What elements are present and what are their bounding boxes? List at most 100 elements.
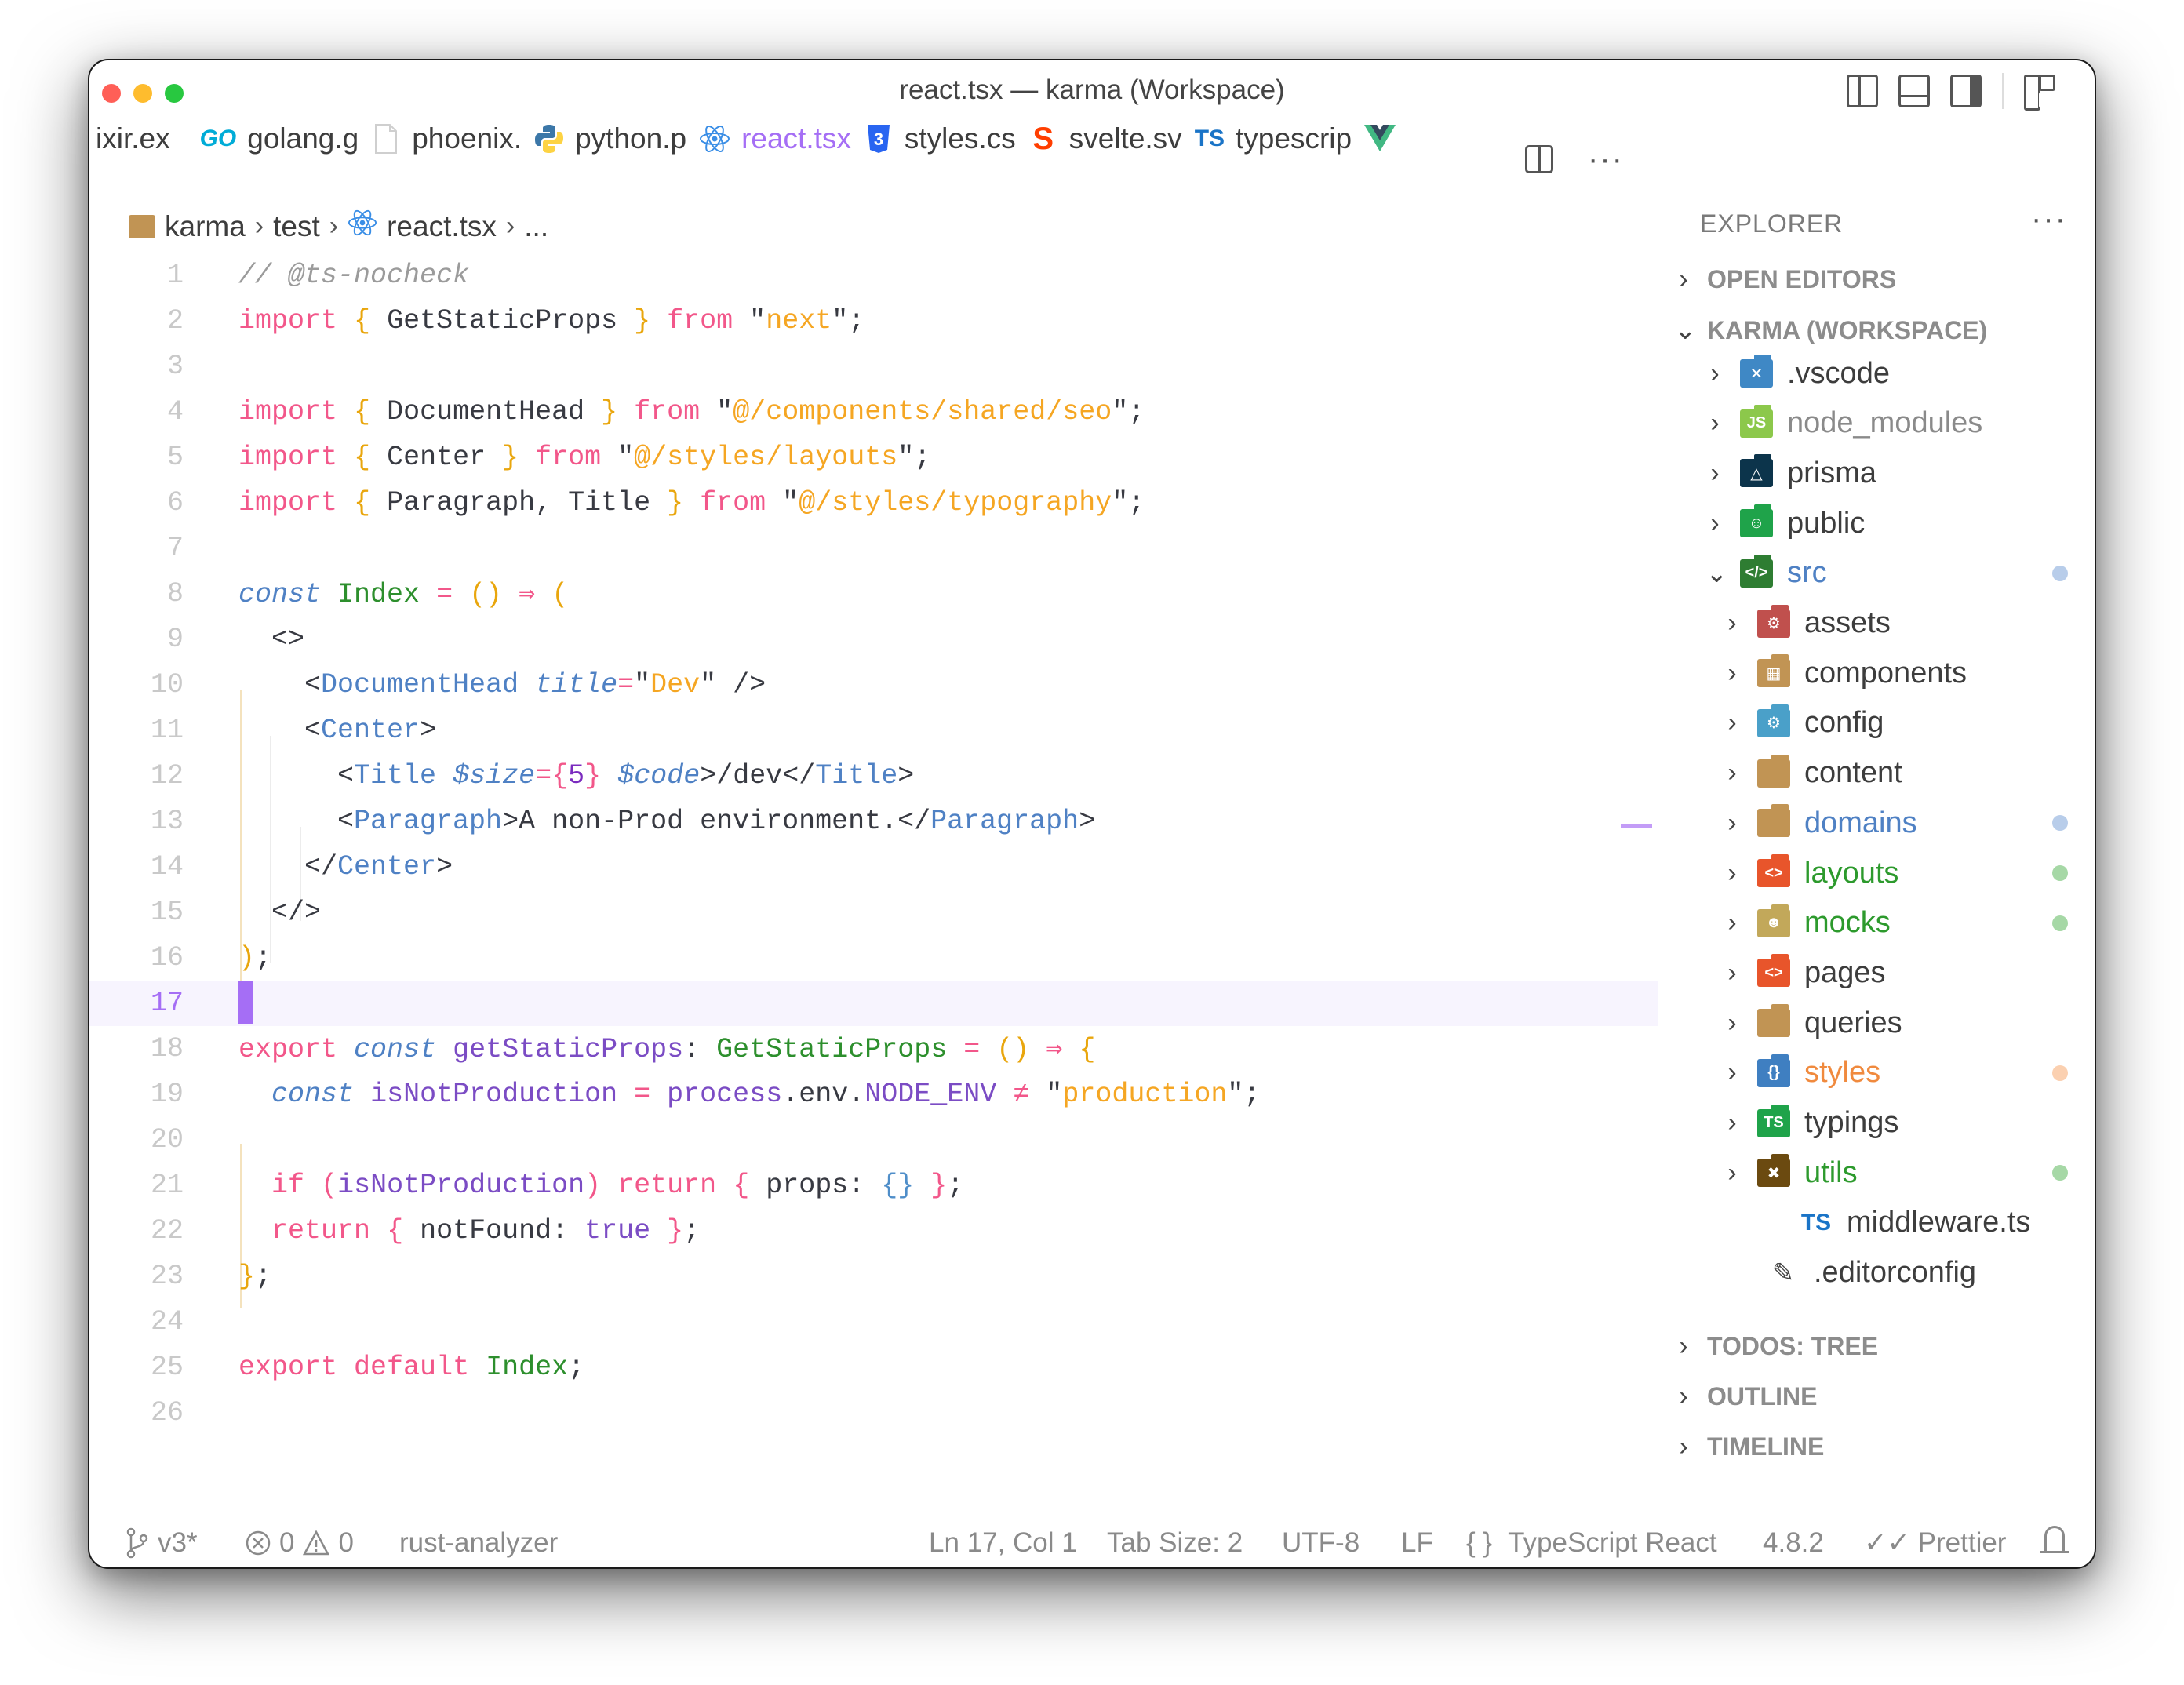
- svelte-icon: S: [1032, 121, 1054, 156]
- code-line[interactable]: 22 return { notFound: true };: [89, 1208, 1658, 1254]
- code-line[interactable]: 5 import { Center } from "@/styles/layout…: [89, 435, 1658, 480]
- language-server-status[interactable]: rust-analyzer: [399, 1527, 558, 1559]
- git-branch-icon: [126, 1527, 148, 1559]
- code-line[interactable]: 6 import { Paragraph, Title } from "@/sty…: [89, 480, 1658, 526]
- code-line[interactable]: 7: [89, 526, 1658, 571]
- code-line[interactable]: 14 </Center>: [89, 844, 1658, 890]
- section-workspace[interactable]: ⌄ KARMA (WORKSPACE): [1674, 315, 1987, 346]
- chevron-right-icon: ›: [1727, 957, 1737, 988]
- cursor-position[interactable]: Ln 17, Col 1: [929, 1527, 1077, 1559]
- tab-size-status[interactable]: Tab Size: 2: [1107, 1527, 1243, 1559]
- eol-status[interactable]: LF: [1401, 1527, 1433, 1559]
- tree-item-config[interactable]: › ⚙ config: [1723, 701, 1884, 746]
- chevron-right-icon: ›: [1727, 708, 1737, 738]
- code-line[interactable]: 4 import { DocumentHead } from "@/compone…: [89, 389, 1658, 435]
- tab-styles[interactable]: 3 styles.cs: [857, 115, 1022, 162]
- tree-item-components[interactable]: › ▦ components: [1723, 650, 1967, 696]
- tree-item-middleware-ts[interactable]: TS middleware.ts: [1800, 1200, 2031, 1246]
- editorconfig-icon: ✎: [1771, 1257, 1795, 1288]
- toggle-panel-icon[interactable]: [1898, 75, 1930, 107]
- language-server-label: rust-analyzer: [399, 1527, 559, 1558]
- code-line[interactable]: 16);: [89, 935, 1658, 981]
- language-mode-status[interactable]: { } TypeScript React: [1466, 1527, 1717, 1559]
- code-line[interactable]: 21 if (isNotProduction) return { props: …: [89, 1163, 1658, 1208]
- tab-label: react.tsx: [741, 122, 851, 155]
- tab-react[interactable]: react.tsx: [693, 115, 857, 162]
- typescript-version-status[interactable]: 4.8.2: [1763, 1527, 1824, 1559]
- breadcrumb-item[interactable]: ...: [524, 210, 548, 243]
- tree-item-assets[interactable]: › ⚙ assets: [1723, 601, 1891, 646]
- tree-item-src[interactable]: ⌄ </> src: [1705, 551, 1827, 596]
- tree-item-pages[interactable]: › <> pages: [1723, 950, 1886, 995]
- tab-label: golang.g: [247, 122, 359, 155]
- code-line[interactable]: 10 <DocumentHead title="Dev" />: [89, 662, 1658, 708]
- code-line[interactable]: 9 <>: [89, 617, 1658, 662]
- section-timeline[interactable]: › TIMELINE: [1674, 1432, 1824, 1462]
- tree-item-label: queries: [1804, 1006, 1902, 1039]
- breadcrumb-item[interactable]: react.tsx: [387, 210, 497, 243]
- code-line[interactable]: 12 <Title $size={5} $code>/dev</Title>: [89, 753, 1658, 799]
- tree-item-node_modules[interactable]: › JS node_modules: [1705, 401, 1982, 446]
- tree-item-utils[interactable]: › ✖ utils: [1723, 1150, 1858, 1196]
- line-number: 18: [150, 1033, 184, 1064]
- tab-phoenix[interactable]: phoenix.: [365, 115, 528, 162]
- utils-folder-icon: ✖: [1757, 1154, 1790, 1188]
- split-editor-icon[interactable]: [1525, 145, 1553, 173]
- code-line[interactable]: 20: [89, 1117, 1658, 1163]
- code-line[interactable]: 23};: [89, 1254, 1658, 1299]
- section-outline[interactable]: › OUTLINE: [1674, 1381, 1817, 1412]
- problems-status[interactable]: 0 0: [245, 1527, 354, 1559]
- line-number: 25: [150, 1352, 184, 1383]
- toggle-primary-sidebar-icon[interactable]: [1847, 75, 1878, 107]
- section-todos[interactable]: › TODOS: TREE: [1674, 1331, 1878, 1362]
- tree-item-typings[interactable]: › TS typings: [1723, 1101, 1898, 1146]
- encoding-status[interactable]: UTF-8: [1282, 1527, 1360, 1559]
- tree-item-label: .editorconfig: [1814, 1256, 1977, 1290]
- tree-item-domains[interactable]: › domains: [1723, 800, 1917, 846]
- branch-status[interactable]: v3*: [125, 1527, 198, 1559]
- code-line[interactable]: 3: [89, 344, 1658, 389]
- tree-item-dot-vscode[interactable]: › ✕ .vscode: [1705, 351, 1890, 396]
- tree-item-content[interactable]: › content: [1723, 751, 1902, 796]
- tree-item-queries[interactable]: › queries: [1723, 1000, 1902, 1046]
- code-line[interactable]: 26: [89, 1390, 1658, 1436]
- code-line[interactable]: 1 // @ts-nocheck: [89, 253, 1658, 298]
- folder-icon: [129, 214, 155, 238]
- breadcrumb-item[interactable]: karma: [165, 210, 246, 243]
- tree-item-dot-editorconfig[interactable]: ✎ .editorconfig: [1767, 1250, 1976, 1296]
- code-line[interactable]: 8 const Index = () ⇒ (: [89, 571, 1658, 617]
- tab-python[interactable]: python.p: [528, 115, 693, 162]
- code-text: export default Index;: [238, 1352, 585, 1383]
- code-line[interactable]: 25 export default Index;: [89, 1345, 1658, 1390]
- code-line[interactable]: 17: [89, 981, 1658, 1026]
- toggle-secondary-sidebar-icon[interactable]: [1950, 75, 1982, 107]
- tree-item-prisma[interactable]: › △ prisma: [1705, 450, 1876, 496]
- code-line[interactable]: 19 const isNotProduction = process.env.N…: [89, 1072, 1658, 1117]
- code-line[interactable]: 13 <Paragraph>A non-Prod environment.</P…: [89, 799, 1658, 844]
- code-line[interactable]: 24: [89, 1299, 1658, 1345]
- tab-typescript[interactable]: TS typescrip: [1188, 115, 1358, 162]
- tab-vue[interactable]: [1358, 115, 1402, 162]
- tree-item-label: mocks: [1804, 906, 1891, 940]
- tree-item-layouts[interactable]: › <> layouts: [1723, 850, 1898, 896]
- prettier-status[interactable]: ✓✓ Prettier: [1864, 1527, 2006, 1559]
- breadcrumb-item[interactable]: test: [273, 210, 320, 243]
- tree-item-label: public: [1787, 506, 1866, 540]
- tab-svelte[interactable]: S svelte.sv: [1022, 115, 1188, 162]
- code-line[interactable]: 11 <Center>: [89, 708, 1658, 753]
- code-line[interactable]: 15 </>: [89, 890, 1658, 935]
- tree-item-mocks[interactable]: › ☻ mocks: [1723, 901, 1891, 946]
- explorer-more-icon[interactable]: ···: [2031, 202, 2067, 237]
- status-bar: v3* 0 0 rust-analyzer Ln 17, Col 1 Tab S…: [89, 1519, 2095, 1567]
- code-line[interactable]: 18 export const getStaticProps: GetStatic…: [89, 1026, 1658, 1072]
- tree-item-styles[interactable]: › {} styles: [1723, 1050, 1880, 1096]
- customize-layout-icon[interactable]: [2024, 75, 2055, 111]
- code-editor[interactable]: 1 // @ts-nocheck 2 import { GetStaticProps …: [89, 253, 1658, 1508]
- tree-item-public[interactable]: › ☺ public: [1705, 500, 1865, 546]
- tab-elixir[interactable]: ixir.ex: [89, 115, 177, 162]
- code-line[interactable]: 2 import { GetStaticProps } from "next";: [89, 298, 1658, 344]
- more-actions-icon[interactable]: ···: [1588, 144, 1624, 175]
- section-open-editors[interactable]: › OPEN EDITORS: [1674, 264, 1896, 295]
- notifications-button[interactable]: [2040, 1526, 2069, 1553]
- tab-golang[interactable]: GO golang.g: [194, 115, 366, 162]
